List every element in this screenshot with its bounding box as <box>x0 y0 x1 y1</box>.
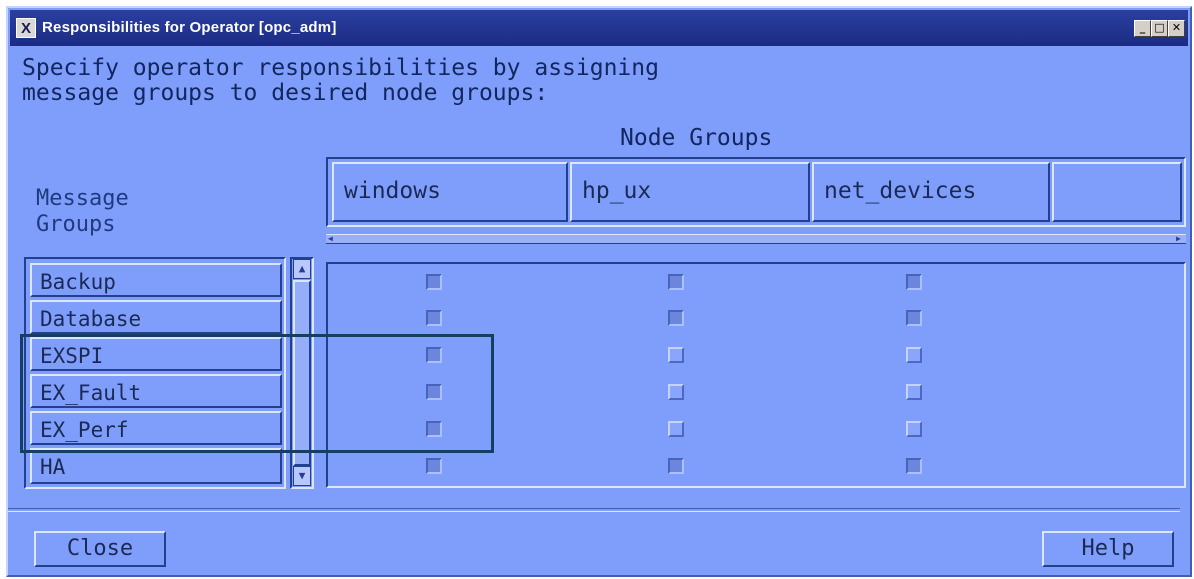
checkbox-ha-windows[interactable] <box>426 458 442 474</box>
list-item-exspi[interactable]: EXSPI <box>30 337 282 371</box>
checkbox-ex-fault-windows[interactable] <box>426 384 442 400</box>
maximize-icon[interactable]: □ <box>1151 20 1168 37</box>
checkbox-exspi-windows[interactable] <box>426 347 442 363</box>
checkbox-ex-perf-windows[interactable] <box>426 421 442 437</box>
scroll-right-icon[interactable]: ▶ <box>1176 235 1186 243</box>
checkbox-backup-hp-ux[interactable] <box>668 274 684 290</box>
close-icon[interactable]: ✕ <box>1168 20 1185 37</box>
instructions-text: Specify operator responsibilities by ass… <box>22 55 659 106</box>
minimize-icon[interactable]: _ <box>1134 20 1151 37</box>
checkbox-backup-net-devices[interactable] <box>906 274 922 290</box>
scroll-up-icon[interactable]: ▲ <box>293 259 311 279</box>
vertical-scrollbar[interactable]: ▲ ▼ <box>290 257 314 489</box>
scroll-down-icon[interactable]: ▼ <box>293 466 311 486</box>
window-title: Responsibilities for Operator [opc_adm] <box>42 19 337 36</box>
checkbox-database-windows[interactable] <box>426 310 442 326</box>
column-header-net-devices[interactable]: net_devices <box>812 162 1050 222</box>
list-item-ex-perf[interactable]: EX_Perf <box>30 411 282 445</box>
column-header-hp-ux[interactable]: hp_ux <box>570 162 810 222</box>
checkbox-ex-fault-net-devices[interactable] <box>906 384 922 400</box>
scrollbar-thumb[interactable] <box>293 280 311 466</box>
message-groups-list: Backup Database EXSPI EX_Fault EX_Perf H… <box>24 257 286 489</box>
checkbox-ha-hp-ux[interactable] <box>668 458 684 474</box>
checkbox-database-hp-ux[interactable] <box>668 310 684 326</box>
checkbox-ha-net-devices[interactable] <box>906 458 922 474</box>
app-x-icon: X <box>16 18 36 38</box>
column-header-empty <box>1052 162 1182 222</box>
responsibility-matrix <box>326 262 1186 488</box>
checkbox-database-net-devices[interactable] <box>906 310 922 326</box>
checkbox-exspi-net-devices[interactable] <box>906 347 922 363</box>
list-item-database[interactable]: Database <box>30 300 282 334</box>
scroll-left-icon[interactable]: ◀ <box>328 235 338 243</box>
horizontal-scrollbar[interactable]: ◀ ▶ <box>326 234 1186 244</box>
column-header-windows[interactable]: windows <box>332 162 568 222</box>
close-button[interactable]: Close <box>34 531 166 567</box>
list-item-ha[interactable]: HA <box>30 448 282 484</box>
help-button[interactable]: Help <box>1042 531 1174 567</box>
list-item-backup[interactable]: Backup <box>30 263 282 297</box>
checkbox-ex-fault-hp-ux[interactable] <box>668 384 684 400</box>
checkbox-ex-perf-net-devices[interactable] <box>906 421 922 437</box>
title-bar[interactable]: X Responsibilities for Operator [opc_adm… <box>10 10 1188 46</box>
checkbox-exspi-hp-ux[interactable] <box>668 347 684 363</box>
checkbox-backup-windows[interactable] <box>426 274 442 290</box>
node-groups-label: Node Groups <box>620 125 773 151</box>
separator <box>8 508 1180 512</box>
checkbox-ex-perf-hp-ux[interactable] <box>668 421 684 437</box>
list-item-ex-fault[interactable]: EX_Fault <box>30 374 282 408</box>
message-groups-label: Message Groups <box>36 186 129 237</box>
node-groups-header: windows hp_ux net_devices <box>326 157 1186 227</box>
